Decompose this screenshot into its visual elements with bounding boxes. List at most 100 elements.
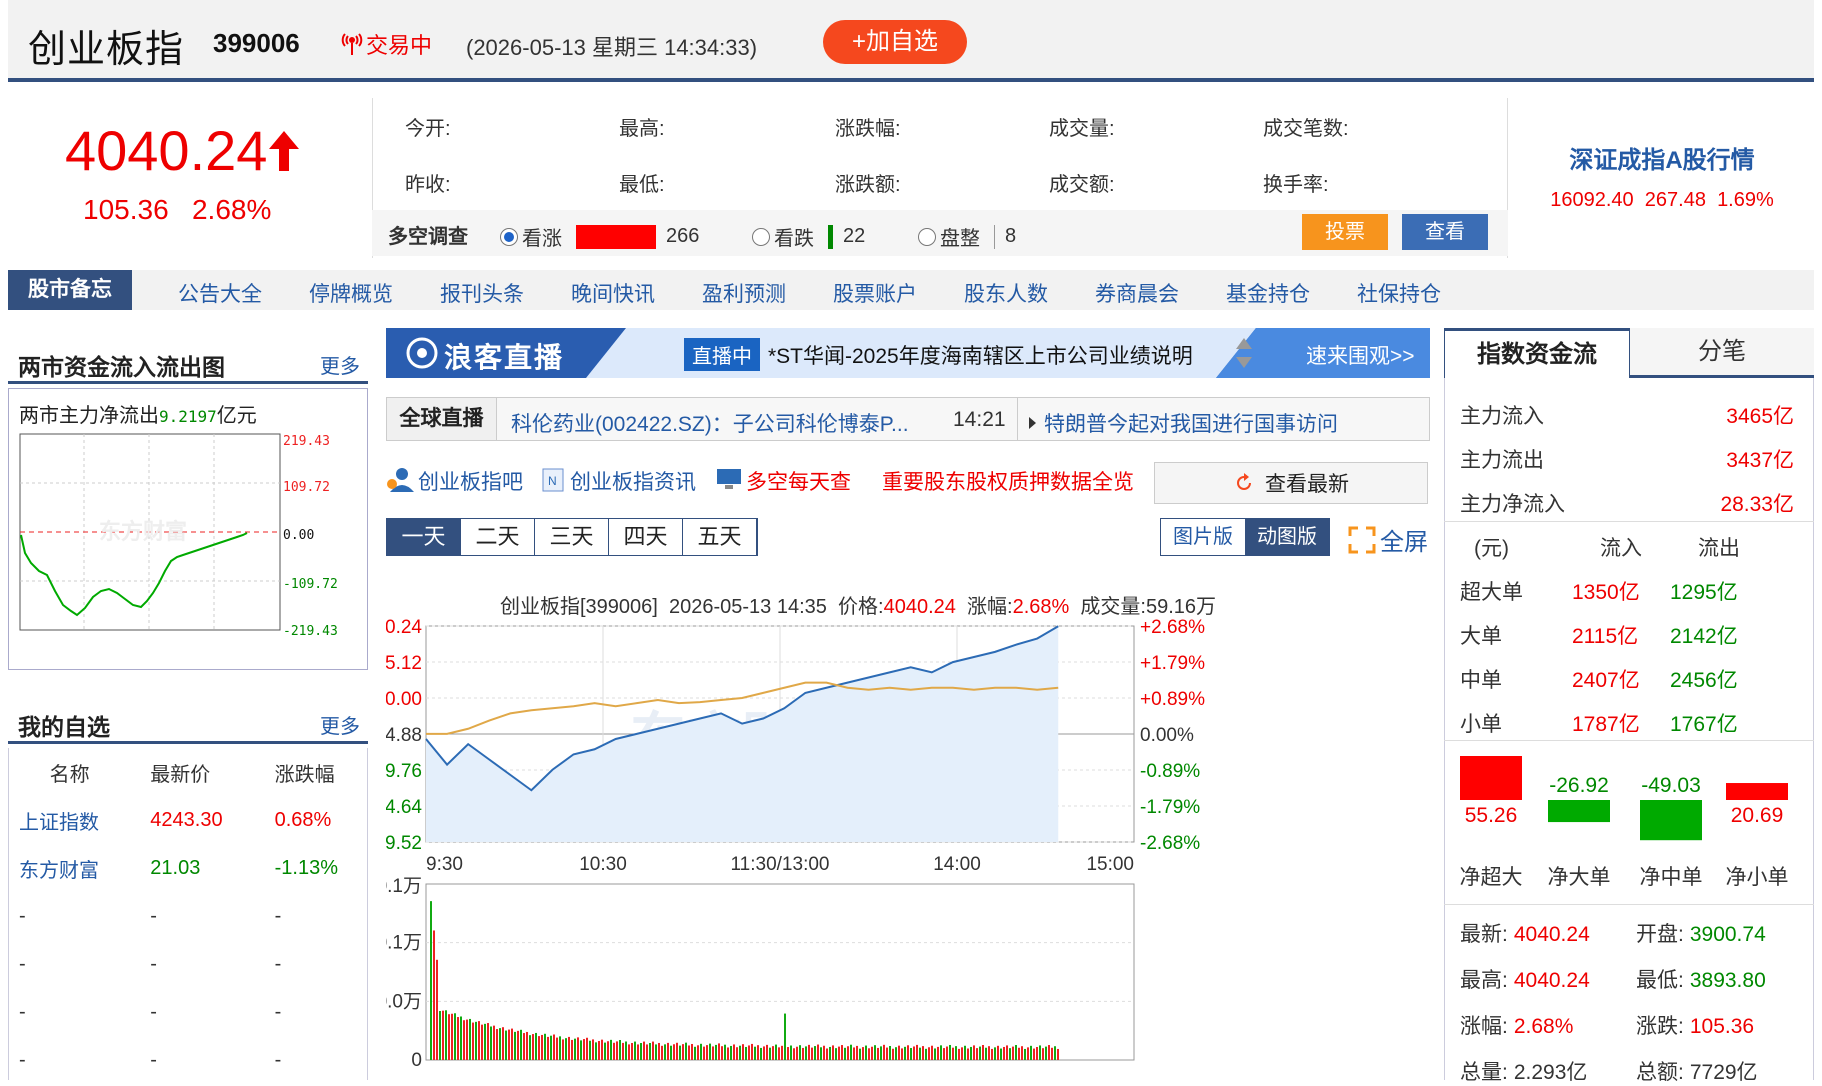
view-tab[interactable]: 动图版 — [1245, 519, 1329, 555]
day-tab[interactable]: 五天 — [683, 519, 757, 555]
volume-bar — [1024, 1048, 1026, 1060]
link-pledge-data[interactable]: 重要股东股权质押数据全览 — [882, 466, 1134, 496]
nav-item[interactable]: 停牌概览 — [309, 278, 393, 308]
watch-cell[interactable]: - — [9, 940, 130, 988]
link-daily-poll[interactable]: 多空每天查 — [746, 466, 851, 496]
volume-bar — [841, 1045, 843, 1060]
watch-row[interactable]: --- — [9, 940, 367, 988]
link-news[interactable]: 创业板指资讯 — [570, 466, 696, 496]
day-tab[interactable]: 三天 — [535, 519, 609, 555]
volume-frame — [425, 883, 1135, 1061]
nav-item[interactable]: 晚间快讯 — [571, 278, 655, 308]
watch-cell[interactable]: - — [9, 988, 130, 1036]
volume-bar — [664, 1044, 666, 1060]
stat-item: 涨跌额:105.36 — [835, 168, 901, 197]
global-news-item[interactable]: 科伦药业(002422.SZ)：子公司科伦博泰P... — [511, 408, 909, 438]
right-tab[interactable]: 指数资金流 — [1444, 328, 1630, 378]
watch-row[interactable]: 上证指数 4243.30 0.68% — [9, 796, 367, 844]
volume-bar — [916, 1044, 918, 1060]
szcz-title[interactable]: 深证成指A股行情 — [1510, 140, 1814, 175]
intraday-chart[interactable]: 东方财富4040.244005.123970.003934.883899.763… — [386, 614, 1430, 1080]
day-tab[interactable]: 一天 — [387, 519, 461, 555]
add-watchlist-button[interactable]: +加自选 — [823, 20, 967, 64]
nav-item[interactable]: 股票账户 — [833, 278, 917, 308]
bottom-quote-item: 涨跌: 105.36 — [1636, 1010, 1754, 1040]
flat-radio[interactable] — [918, 227, 936, 246]
bear-radio[interactable] — [752, 227, 770, 246]
net-bar-value: -49.03 — [1641, 774, 1701, 797]
global-news-item-2[interactable]: 特朗普今起对我国进行国事访问 — [1029, 408, 1338, 438]
watch-row[interactable]: --- — [9, 1036, 367, 1084]
watch-cell[interactable]: - — [9, 1036, 130, 1084]
fund-table-row: 大单 2115亿 2142亿 — [1444, 610, 1814, 654]
volume-bar — [601, 1039, 603, 1060]
fullscreen-icon — [1348, 526, 1376, 553]
volume-bar — [955, 1046, 957, 1060]
volume-bar — [586, 1037, 588, 1060]
flow-more-link[interactable]: 更多 — [320, 350, 360, 379]
fund-cell: 中单 — [1460, 669, 1502, 692]
link-forum[interactable]: 创业板指吧 — [418, 466, 523, 496]
poll-bear[interactable]: 看跌 22 — [752, 222, 865, 251]
fund-cell: 2456亿 — [1670, 669, 1738, 692]
poll-bull[interactable]: 看涨 266 — [500, 222, 699, 251]
volume-bar — [994, 1047, 996, 1060]
bull-radio[interactable] — [500, 227, 518, 246]
nav-item[interactable]: 公告大全 — [178, 278, 262, 308]
volume-bar — [667, 1042, 669, 1060]
volume-bar — [967, 1048, 969, 1060]
scroll-arrows-icon[interactable] — [1234, 336, 1254, 370]
volume-bar — [742, 1044, 744, 1060]
volume-bar — [1009, 1048, 1011, 1060]
live-headline[interactable]: *ST华闻-2025年度海南辖区上市公司业绩说明 — [768, 340, 1193, 370]
watch-cell[interactable]: 上证指数 — [9, 796, 130, 844]
nav-item[interactable]: 报刊头条 — [440, 278, 524, 308]
nav-item[interactable]: 社保持仓 — [1357, 278, 1441, 308]
watch-row[interactable]: 东方财富 21.03 -1.13% — [9, 844, 367, 892]
bottom-quote-label: 开盘: — [1636, 923, 1684, 946]
live-badge: 直播中 — [684, 338, 760, 371]
volume-bar — [640, 1043, 642, 1060]
szcz-quote[interactable]: 深证成指A股行情 16092.40 267.48 1.69% — [1510, 98, 1814, 248]
watch-cell[interactable]: 东方财富 — [9, 844, 130, 892]
bull-bar — [576, 224, 656, 249]
live-cta[interactable]: 速来围观>> — [1306, 340, 1415, 370]
fullscreen-button[interactable]: 全屏 — [1348, 522, 1428, 557]
watch-more-link[interactable]: 更多 — [320, 710, 360, 739]
vote-button[interactable]: 投票 — [1302, 214, 1388, 250]
stat-label: 成交额: — [1049, 174, 1115, 196]
vol-axis-label: 720.1万 — [386, 876, 422, 897]
watch-row[interactable]: --- — [9, 988, 367, 1036]
y-right-label: +0.89% — [1140, 689, 1205, 710]
view-poll-button[interactable]: 查看 — [1402, 214, 1488, 250]
fund-cell: 大单 — [1460, 625, 1502, 648]
right-tab[interactable]: 分笔 — [1630, 328, 1814, 378]
y-right-label: +1.79% — [1140, 653, 1205, 674]
nav-item-active[interactable]: 股市备忘 — [8, 270, 132, 310]
day-tab[interactable]: 四天 — [609, 519, 683, 555]
flow-panel-title: 两市资金流入流出图 — [18, 354, 225, 380]
volume-bar — [604, 1042, 606, 1060]
volume-bar — [1057, 1048, 1059, 1060]
poll-flat[interactable]: 盘整 8 — [918, 222, 1016, 251]
global-live-label: 全球直播 — [387, 398, 497, 440]
live-banner[interactable]: 浪客直播 直播中 *ST华闻-2025年度海南辖区上市公司业绩说明 速来围观>> — [386, 328, 1430, 378]
volume-bar — [505, 1030, 507, 1060]
nav-item[interactable]: 基金持仓 — [1226, 278, 1310, 308]
volume-bar — [763, 1046, 765, 1060]
nav-item[interactable]: 券商晨会 — [1095, 278, 1179, 308]
day-tab[interactable]: 二天 — [461, 519, 535, 555]
watch-row[interactable]: --- — [9, 892, 367, 940]
volume-bar — [874, 1045, 876, 1060]
nav-item[interactable]: 股东人数 — [964, 278, 1048, 308]
volume-bar — [454, 1013, 456, 1060]
volume-bar — [1042, 1048, 1044, 1060]
nav-item[interactable]: 盈利预测 — [702, 278, 786, 308]
view-tab[interactable]: 图片版 — [1161, 519, 1245, 555]
volume-bar — [952, 1047, 954, 1060]
stat-label: 最高: — [619, 118, 665, 140]
volume-bar — [844, 1047, 846, 1060]
refresh-button[interactable]: 查看最新 — [1154, 462, 1428, 504]
watch-cell[interactable]: - — [9, 892, 130, 940]
volume-bar — [1039, 1045, 1041, 1060]
